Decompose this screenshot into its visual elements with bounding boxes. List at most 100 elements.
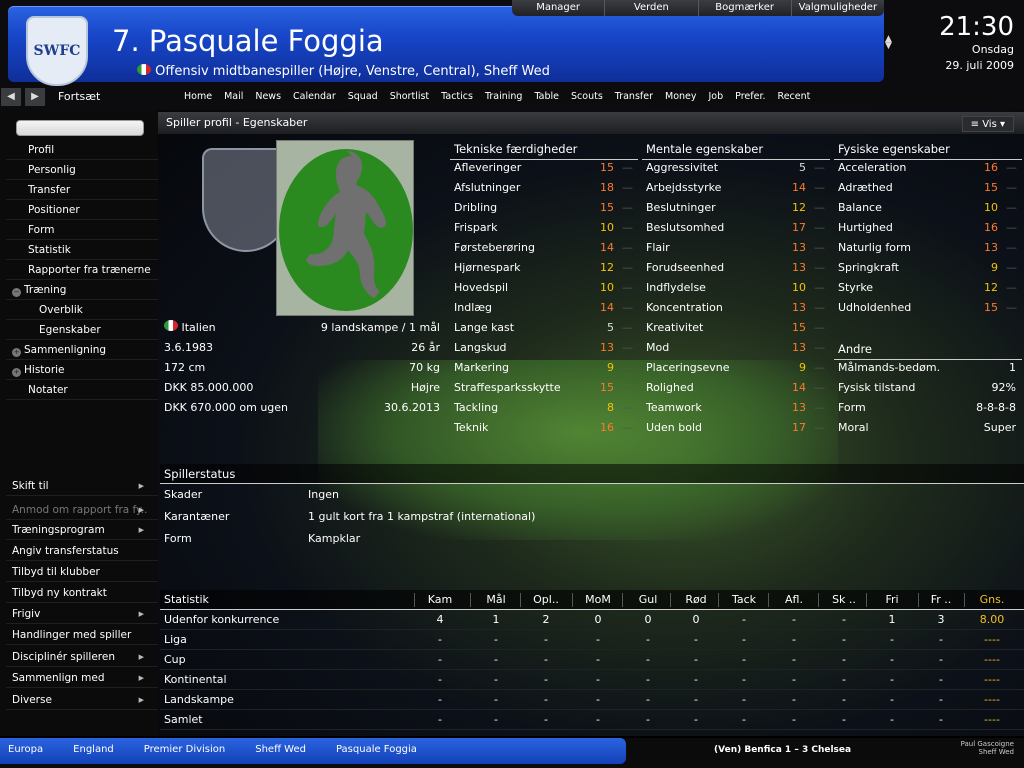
technical-attribute-row[interactable]: Lange kast 5 — (450, 318, 638, 338)
nav-squad[interactable]: Squad (342, 88, 384, 106)
scroll-arrows-icon[interactable]: ▲ ▼ (885, 35, 892, 51)
breadcrumb-sheff-wed[interactable]: Sheff Wed (247, 738, 328, 764)
stats-column-header[interactable]: Gul (624, 590, 672, 610)
action-angiv-transferstatus[interactable]: Angiv transferstatus (6, 541, 158, 561)
technical-attribute-row[interactable]: Hjørnespark 12 — (450, 258, 638, 278)
physical-attribute-row[interactable]: Styrke 12 — (834, 278, 1022, 298)
live-score[interactable]: (Ven) Benfica 1 – 3 Chelsea (714, 745, 851, 755)
mental-attribute-row[interactable]: Mod 13 — (642, 338, 830, 358)
sidebar-search-input[interactable] (16, 120, 144, 136)
technical-attribute-row[interactable]: Teknik 16 — (450, 418, 638, 438)
sidebar-item-personlig[interactable]: Personlig (6, 160, 158, 180)
technical-attribute-row[interactable]: Langskud 13 — (450, 338, 638, 358)
nav-table[interactable]: Table (528, 88, 565, 106)
action-handlinger[interactable]: Handlinger med spiller (6, 625, 158, 645)
stats-column-header[interactable]: Opl.. (522, 590, 570, 610)
mental-attribute-row[interactable]: Flair 13 — (642, 238, 830, 258)
action-sammenlign-med[interactable]: Sammenlign med ▶ (6, 668, 158, 688)
stats-column-header[interactable]: Fri (868, 590, 916, 610)
sidebar-item-notater[interactable]: Notater (6, 380, 158, 400)
technical-attribute-row[interactable]: Dribling 15 — (450, 198, 638, 218)
physical-attribute-row[interactable]: Hurtighed 16 — (834, 218, 1022, 238)
stats-column-header[interactable]: Afl. (770, 590, 818, 610)
action-tilbyd-til-klubber[interactable]: Tilbyd til klubber (6, 562, 158, 582)
action-skift-til[interactable]: Skift til ▶ (6, 476, 158, 496)
nav-calendar[interactable]: Calendar (287, 88, 342, 106)
technical-attribute-row[interactable]: Straffesparksskytte 15 — (450, 378, 638, 398)
mental-attribute-row[interactable]: Rolighed 14 — (642, 378, 830, 398)
sidebar-item-overblik[interactable]: Overblik (6, 300, 158, 320)
sidebar-item-transfer[interactable]: Transfer (6, 180, 158, 200)
forward-arrow-icon[interactable]: ▶ (25, 88, 45, 106)
stats-column-header[interactable]: Tack (720, 590, 768, 610)
stats-column-header[interactable]: Rød (672, 590, 720, 610)
stats-column-header[interactable]: Kam (416, 590, 464, 610)
physical-attribute-row[interactable]: Acceleration 16 — (834, 158, 1022, 178)
nav-mail[interactable]: Mail (218, 88, 249, 106)
mental-attribute-row[interactable]: Placeringsevne 9 — (642, 358, 830, 378)
sidebar-item-positioner[interactable]: Positioner (6, 200, 158, 220)
technical-attribute-row[interactable]: Afleveringer 15 — (450, 158, 638, 178)
menu-verden[interactable]: Verden (605, 0, 699, 16)
expand-icon[interactable]: + (12, 348, 21, 357)
technical-attribute-row[interactable]: Afslutninger 18 — (450, 178, 638, 198)
stats-row[interactable]: Cup - - - - - - - - - - - ---- (160, 650, 1024, 670)
nav-scouts[interactable]: Scouts (565, 88, 609, 106)
technical-attribute-row[interactable]: Markering 9 — (450, 358, 638, 378)
sidebar-item-form[interactable]: Form (6, 220, 158, 240)
back-arrow-icon[interactable]: ◀ (1, 88, 21, 106)
mental-attribute-row[interactable]: Koncentration 13 — (642, 298, 830, 318)
continue-button[interactable]: Fortsæt (58, 88, 100, 106)
technical-attribute-row[interactable]: Indlæg 14 — (450, 298, 638, 318)
technical-attribute-row[interactable]: Frispark 10 — (450, 218, 638, 238)
stats-column-header[interactable]: Mål (472, 590, 520, 610)
nav-prefer[interactable]: Prefer. (729, 88, 771, 106)
action-disciplinér[interactable]: Disciplinér spilleren ▶ (6, 647, 158, 667)
mental-attribute-row[interactable]: Indflydelse 10 — (642, 278, 830, 298)
physical-attribute-row[interactable]: Springkraft 9 — (834, 258, 1022, 278)
stats-row[interactable]: Kontinental - - - - - - - - - - - ---- (160, 670, 1024, 690)
breadcrumb-europa[interactable]: Europa (0, 738, 65, 764)
stats-row[interactable]: Landskampe - - - - - - - - - - - ---- (160, 690, 1024, 710)
menu-manager[interactable]: Manager (512, 0, 606, 16)
stats-row[interactable]: Udenfor konkurrence 4 1 2 0 0 0 - - - 1 3 8.00 (160, 610, 1024, 630)
vis-dropdown[interactable]: ≡ Vis ▾ (961, 116, 1014, 132)
breadcrumb-player[interactable]: Pasquale Foggia (328, 738, 439, 764)
sidebar-item-statistik[interactable]: Statistik (6, 240, 158, 260)
breadcrumb-premier-division[interactable]: Premier Division (136, 738, 247, 764)
technical-attribute-row[interactable]: Tackling 8 — (450, 398, 638, 418)
sidebar-item-egenskaber[interactable]: Egenskaber (6, 320, 158, 340)
sidebar-item-traening[interactable]: − Træning (6, 280, 158, 300)
mental-attribute-row[interactable]: Arbejdsstyrke 14 — (642, 178, 830, 198)
nav-money[interactable]: Money (659, 88, 703, 106)
mental-attribute-row[interactable]: Forudseenhed 13 — (642, 258, 830, 278)
stats-row[interactable]: Samlet - - - - - - - - - - - ---- (160, 710, 1024, 730)
nav-training[interactable]: Training (479, 88, 529, 106)
physical-attribute-row[interactable]: Adræthed 15 — (834, 178, 1022, 198)
nav-job[interactable]: Job (703, 88, 730, 106)
nav-news[interactable]: News (249, 88, 287, 106)
nav-home[interactable]: Home (178, 88, 218, 106)
mental-attribute-row[interactable]: Uden bold 17 — (642, 418, 830, 438)
nav-recent[interactable]: Recent (772, 88, 817, 106)
nav-shortlist[interactable]: Shortlist (384, 88, 435, 106)
physical-attribute-row[interactable]: Naturlig form 13 — (834, 238, 1022, 258)
sidebar-item-rapporter[interactable]: Rapporter fra trænerne (6, 260, 158, 280)
mental-attribute-row[interactable]: Teamwork 13 — (642, 398, 830, 418)
nav-transfer[interactable]: Transfer (609, 88, 659, 106)
nav-tactics[interactable]: Tactics (435, 88, 479, 106)
mental-attribute-row[interactable]: Beslutninger 12 — (642, 198, 830, 218)
action-frigiv[interactable]: Frigiv ▶ (6, 604, 158, 624)
breadcrumb-england[interactable]: England (65, 738, 136, 764)
menu-valgmuligheder[interactable]: Valgmuligheder (792, 0, 884, 16)
sidebar-item-profil[interactable]: Profil (6, 140, 158, 160)
sidebar-item-sammenligning[interactable]: + Sammenligning (6, 340, 158, 360)
menu-bogmaerker[interactable]: Bogmærker (699, 0, 792, 16)
physical-attribute-row[interactable]: Udholdenhed 15 — (834, 298, 1022, 318)
action-traeningsprogram[interactable]: Træningsprogram ▶ (6, 520, 158, 540)
technical-attribute-row[interactable]: Førsteberøring 14 — (450, 238, 638, 258)
mental-attribute-row[interactable]: Kreativitet 15 — (642, 318, 830, 338)
action-diverse[interactable]: Diverse ▶ (6, 690, 158, 710)
physical-attribute-row[interactable]: Balance 10 — (834, 198, 1022, 218)
stats-column-header[interactable]: Sk .. (820, 590, 868, 610)
